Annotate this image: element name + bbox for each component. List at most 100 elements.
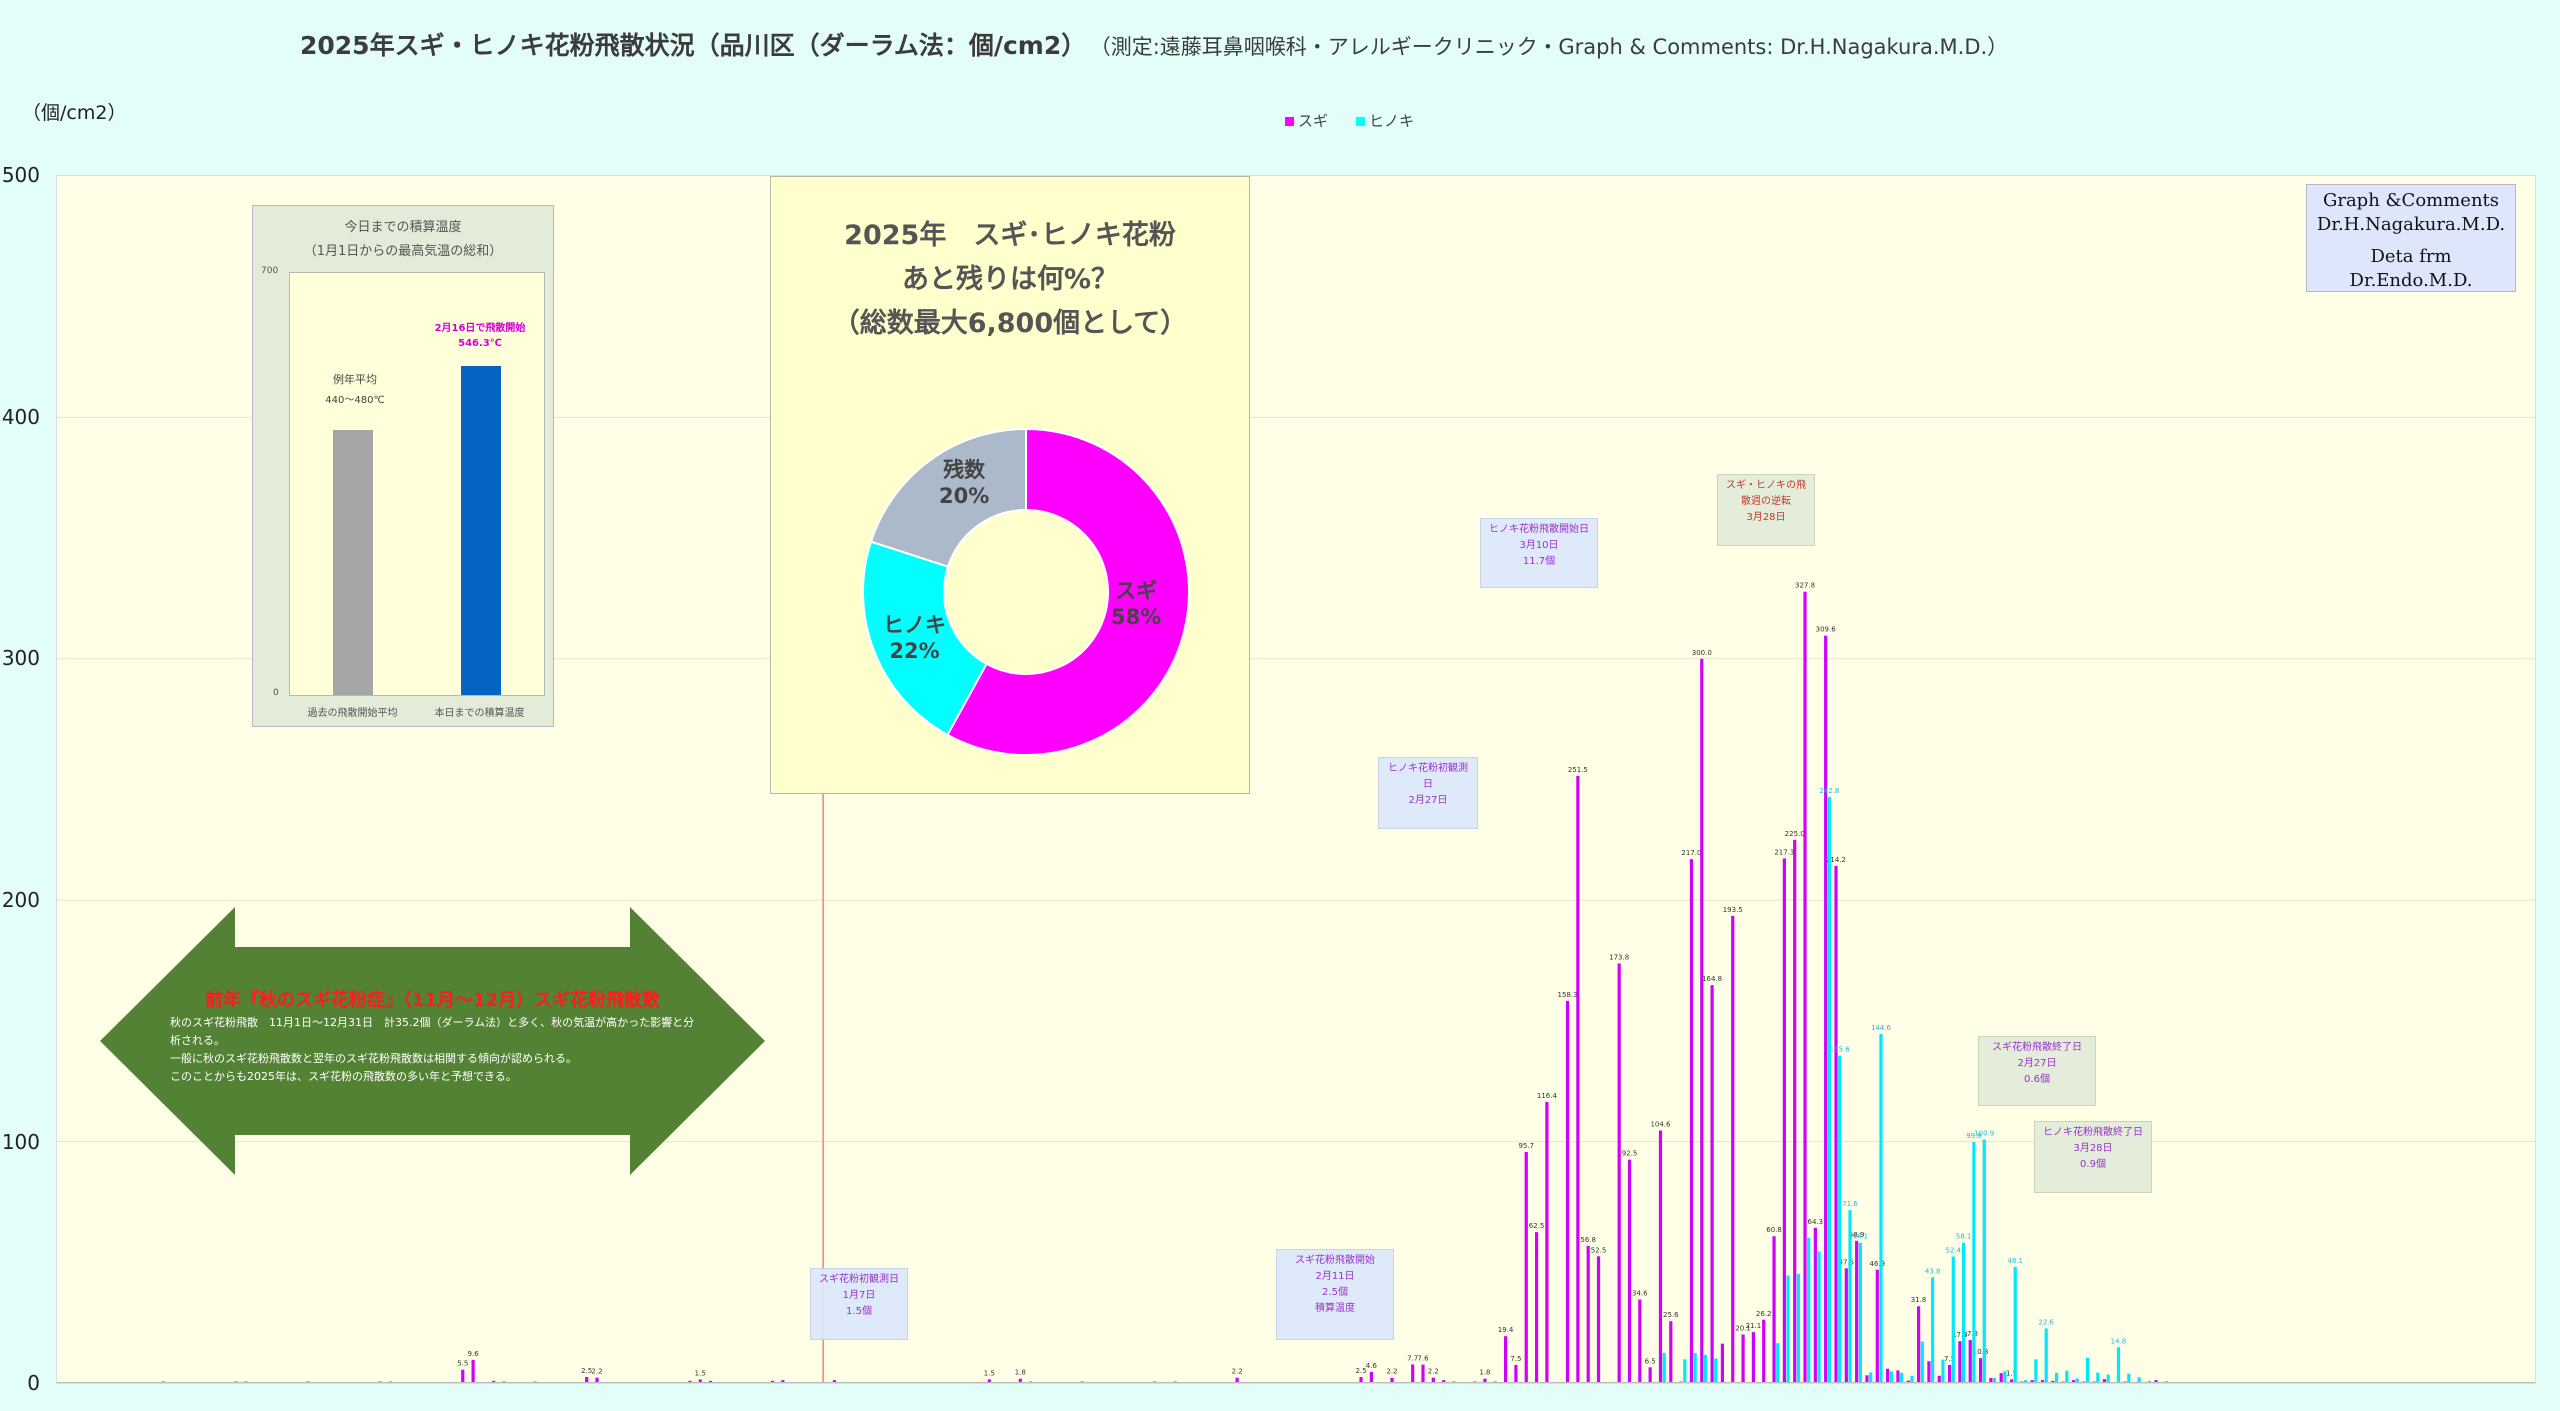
- sugi-data-label: 116.4: [1537, 1092, 1558, 1100]
- y-tick-100: 100: [1, 1130, 40, 1154]
- sugi-bar: [1751, 1332, 1755, 1383]
- arrow-heading: 前年『秋のスギ花粉症』（11月～12月）スギ花粉飛散数: [204, 990, 661, 1011]
- sugi-bar: [1648, 1367, 1652, 1383]
- hinoki-bar: [1827, 796, 1831, 1383]
- hinoki-bar: [1972, 1142, 1976, 1383]
- note-reversal: スギ・ヒノキの飛 散週の逆転 3月28日: [1717, 474, 1815, 546]
- legend-swatch-sugi: [1285, 117, 1294, 126]
- sugi-bar: [1875, 1269, 1879, 1383]
- sugi-data-label: 2.2: [1428, 1368, 1439, 1376]
- sugi-data-label: 9.6: [468, 1350, 480, 1358]
- sugi-bar: [1968, 1340, 1972, 1383]
- sugi-data-label: 21.1: [1746, 1322, 1762, 1330]
- credit-box: Graph &Comments Dr.H.Nagakura.M.D. Deta fr…: [2306, 184, 2516, 292]
- sugi-data-label: 26.2: [1756, 1310, 1772, 1318]
- sugi-data-label: 104.6: [1650, 1120, 1671, 1128]
- sugi-data-label: 1.8: [1015, 1369, 1026, 1377]
- inset-plot: 例年平均 440～480℃ 2月16日で飛散開始 546.3℃: [289, 272, 545, 696]
- sugi-bar: [1369, 1371, 1373, 1383]
- sugi-bar: [1710, 985, 1714, 1383]
- sugi-bar: [1586, 1245, 1590, 1383]
- sugi-data-label: 31.8: [1911, 1296, 1927, 1304]
- hinoki-bar: [1982, 1139, 1986, 1383]
- y-tick-500: 500: [1, 163, 40, 187]
- hinoki-data-label: 52.4: [1945, 1247, 1961, 1255]
- sugi-bar: [1576, 775, 1580, 1383]
- inset-ymax: 700: [261, 266, 279, 276]
- sugi-bar: [1927, 1361, 1931, 1383]
- hinoki-bar: [1817, 1251, 1821, 1383]
- sugi-data-label: 1.5: [695, 1369, 706, 1377]
- sugi-data-label: 7.5: [1510, 1355, 1521, 1363]
- sugi-bar: [1565, 1000, 1570, 1383]
- sugi-data-label: 7.6: [1417, 1355, 1429, 1363]
- sugi-data-label: 4.6: [1366, 1362, 1378, 1370]
- hinoki-bar: [2013, 1266, 2017, 1383]
- inset-bar2-note: 2月16日で飛散開始 546.3℃: [434, 323, 526, 349]
- y-tick-400: 400: [1, 405, 40, 429]
- y-tick-200: 200: [1, 888, 40, 912]
- inset-bar-average: [333, 429, 373, 695]
- note-hinoki-start: ヒノキ花粉飛散開始日 3月10日 11.7個: [1480, 518, 1598, 588]
- sugi-data-label: 34.6: [1632, 1289, 1648, 1297]
- hinoki-bar: [1796, 1273, 1800, 1383]
- chart-subtitle: （測定:遠藤耳鼻咽喉科・アレルギークリニック・Graph & Comments:…: [1100, 35, 2009, 59]
- sugi-bar: [1772, 1236, 1776, 1383]
- hinoki-bar: [1683, 1359, 1687, 1383]
- hinoki-data-label: 135.6: [1830, 1046, 1851, 1054]
- hinoki-data-label: 100.9: [1974, 1129, 1994, 1137]
- inset-subtitle: （1月1日からの最高気温の総和）: [303, 244, 503, 259]
- sugi-bar: [1782, 858, 1786, 1383]
- sugi-bar: [1793, 839, 1797, 1383]
- sugi-data-label: 309.6: [1816, 626, 1837, 634]
- hinoki-bar: [1807, 1237, 1811, 1383]
- legend-item-sugi: スギ: [1285, 110, 1328, 131]
- donut-chart: [862, 427, 1190, 756]
- sugi-bar: [1504, 1336, 1508, 1383]
- sugi-bar: [1855, 1240, 1859, 1383]
- hinoki-bar: [1786, 1275, 1790, 1383]
- hinoki-bar: [2034, 1359, 2038, 1383]
- hinoki-bar: [1941, 1359, 1945, 1383]
- sugi-bar: [1865, 1375, 1869, 1383]
- sugi-bar: [1534, 1232, 1539, 1383]
- sugi-data-label: 6.5: [1645, 1357, 1656, 1365]
- hinoki-bar: [1900, 1372, 1904, 1383]
- inset-bar1-note: 例年平均 440～480℃: [325, 373, 385, 406]
- donut-label-remaining: 残数 20%: [939, 458, 990, 508]
- sugi-data-label: 158.3: [1558, 991, 1578, 999]
- hinoki-data-label: 48.1: [2007, 1257, 2023, 1265]
- hinoki-bar: [2044, 1328, 2048, 1383]
- hinoki-data-label: 58.1: [1853, 1233, 1869, 1241]
- sugi-data-label: 92.5: [1622, 1150, 1638, 1158]
- sugi-bar: [1813, 1227, 1817, 1383]
- donut-label-hinoki: ヒノキ 22%: [883, 613, 946, 663]
- sugi-bar: [1762, 1319, 1766, 1383]
- sugi-bar: [1937, 1375, 1941, 1383]
- hinoki-bar: [2106, 1374, 2110, 1383]
- hinoki-bar: [2116, 1347, 2121, 1383]
- inset-bar-current: [461, 365, 501, 695]
- sugi-data-label: 64.3: [1808, 1218, 1824, 1226]
- note-sugi-end: スギ花粉飛散終了日 2月27日 0.6個: [1978, 1036, 2096, 1106]
- hinoki-bar: [1931, 1277, 1935, 1383]
- inset-ymin: 0: [273, 688, 279, 698]
- hinoki-bar: [1889, 1371, 1893, 1383]
- sugi-bar: [1886, 1368, 1890, 1383]
- arrow-text: 前年『秋のスギ花粉症』（11月～12月）スギ花粉飛散数 秋のスギ花粉飛散 11月…: [170, 990, 695, 1084]
- sugi-bar: [1617, 963, 1621, 1383]
- sugi-data-label: 164.8: [1702, 975, 1722, 983]
- hinoki-bar: [2003, 1371, 2007, 1383]
- sugi-bar: [1596, 1256, 1601, 1383]
- sugi-data-label: 46.9: [1870, 1260, 1886, 1268]
- hinoki-data-label: 22.6: [2038, 1318, 2054, 1326]
- sugi-data-label: 5.5: [457, 1360, 468, 1368]
- sugi-data-label: 1.5: [984, 1369, 995, 1377]
- sugi-bar: [1524, 1151, 1528, 1383]
- hinoki-data-label: 43.8: [1925, 1267, 1941, 1275]
- inset-title: 今日までの積算温度: [344, 220, 462, 235]
- legend-swatch-hinoki: [1356, 117, 1366, 126]
- hinoki-bar: [2127, 1373, 2131, 1383]
- hinoki-bar: [1858, 1242, 1862, 1383]
- chart-title: 2025年スギ・ヒノキ花粉飛散状況（品川区（ダーラム法：個/cm2） （測定:遠藤…: [300, 31, 2009, 60]
